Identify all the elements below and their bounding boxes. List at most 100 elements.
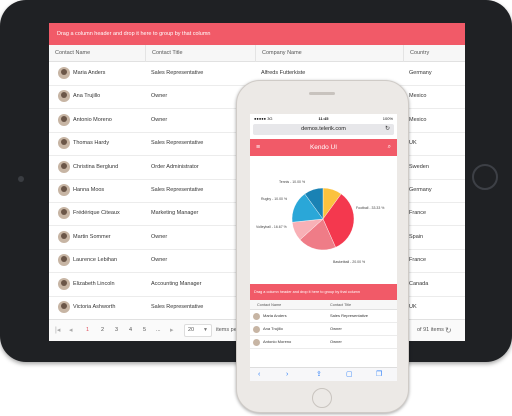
cell-country: UK <box>409 304 417 310</box>
refresh-icon[interactable]: ↻ <box>445 320 452 341</box>
avatar <box>58 277 70 290</box>
cell-contact-title: Sales Representative <box>151 70 204 76</box>
contact-name: Frédérique Citeaux <box>73 210 120 217</box>
column-header-company-name[interactable]: Company Name <box>255 45 403 62</box>
contact-name: Maria Anders <box>263 313 287 318</box>
cell-contact-name: Thomas Hardy <box>49 132 145 155</box>
tablet-camera <box>18 176 24 182</box>
contact-name: Laurence Lebihan <box>73 257 118 264</box>
cell-contact-name: Laurence Lebihan <box>49 249 145 272</box>
pie-label-volleyball: Volleyball - 16.67 % <box>256 225 287 229</box>
address-bar[interactable]: demos.telerik.com ↻ <box>253 124 394 135</box>
battery-indicator: 100% <box>382 116 393 121</box>
cell-country: Mexico <box>409 93 427 100</box>
list-item[interactable]: Antonio Moreno Owner <box>250 336 397 349</box>
contact-name: Ana Trujillo <box>263 326 283 331</box>
avatar <box>58 207 70 220</box>
cell-contact-name: Antonio Moreno <box>49 109 145 132</box>
contact-name: Antonio Moreno <box>73 116 112 123</box>
share-icon[interactable]: ⇪ <box>316 368 322 381</box>
page-size-value: 20 <box>188 327 195 333</box>
avatar <box>58 90 70 103</box>
cell-country: Sweden <box>409 163 429 170</box>
contact-name: Elizabeth Lincoln <box>73 280 115 287</box>
url-text: demos.telerik.com <box>301 126 346 132</box>
app-title: Kendo UI <box>309 144 338 151</box>
avatar <box>58 160 70 173</box>
phone-grid-header: Contact Name Contact Title <box>250 300 397 310</box>
pie-label-tennis: Tennis - 10.00 % <box>279 180 306 184</box>
avatar <box>253 326 260 333</box>
cell-contact-name: Hanna Moos <box>49 179 145 202</box>
pie-chart: Tennis - 10.00 % Football - 33.33 % Bask… <box>250 156 397 284</box>
pie-label-rugby: Rugby - 10.00 % <box>261 197 288 201</box>
page-size-select[interactable]: 20 ▼ <box>184 324 212 337</box>
pie-label-football: Football - 33.33 % <box>356 206 385 210</box>
contact-name: Victoria Ashworth <box>73 304 116 310</box>
contact-name: Thomas Hardy <box>73 140 110 147</box>
first-page-icon[interactable]: |◂ <box>55 320 60 341</box>
tablet-home-button[interactable] <box>472 164 498 190</box>
avatar <box>253 339 260 346</box>
cell-country: Mexico <box>409 116 427 123</box>
contact-title: Sales Representative <box>330 313 369 318</box>
phone-group-drop-area[interactable]: Drag a column header and drop it here to… <box>250 284 397 300</box>
back-icon[interactable]: ‹ <box>258 368 260 381</box>
column-header-contact-name[interactable]: Contact Name <box>49 45 145 62</box>
prev-page-icon[interactable]: ◂ <box>69 320 73 341</box>
status-bar: ●●●●● 3G 11:45 100% <box>250 114 397 123</box>
contact-name: Antonio Moreno <box>263 339 292 344</box>
phone-home-button[interactable] <box>312 388 332 408</box>
avatar <box>253 313 260 320</box>
phone-device: ●●●●● 3G 11:45 100% demos.telerik.com ↻ … <box>236 80 409 413</box>
cell-country: Germany <box>409 187 432 193</box>
more-pages-button[interactable]: ... <box>156 320 161 341</box>
cell-contact-name: Frédérique Citeaux <box>49 202 145 225</box>
cell-country: Canada <box>409 280 429 287</box>
avatar <box>58 230 70 243</box>
app-header: ≡ Kendo UI ⌕ <box>250 139 397 156</box>
column-header-country[interactable]: Country <box>403 45 465 62</box>
contact-name: Maria Anders <box>73 70 106 76</box>
list-item[interactable]: Ana Trujillo Owner <box>250 323 397 336</box>
cell-country: Germany <box>409 70 432 76</box>
avatar <box>58 113 70 126</box>
cell-country: France <box>409 257 427 264</box>
cell-country: France <box>409 210 427 217</box>
page-2-button[interactable]: 2 <box>101 320 104 341</box>
cell-contact-name: Elizabeth Lincoln <box>49 273 145 296</box>
browser-toolbar: ‹ › ⇪ ▢ ❐ <box>250 367 397 381</box>
phone-speaker <box>309 92 335 95</box>
cell-country: UK <box>409 140 417 147</box>
contact-name: Hanna Moos <box>73 187 105 193</box>
contact-title: Owner <box>330 326 342 331</box>
cell-contact-name: Martin Sommer <box>49 226 145 249</box>
page-4-button[interactable]: 4 <box>129 320 132 341</box>
avatar <box>58 254 70 267</box>
cell-contact-name: Maria Anders <box>49 62 145 85</box>
tabs-icon[interactable]: ❐ <box>376 368 382 381</box>
column-header-contact-title[interactable]: Contact Title <box>145 45 255 62</box>
group-drop-area[interactable]: Drag a column header and drop it here to… <box>49 23 465 45</box>
search-icon[interactable]: ⌕ <box>388 139 391 156</box>
phone-column-header-contact-title[interactable]: Contact Title <box>330 300 351 310</box>
list-item[interactable]: Maria Anders Sales Representative <box>250 310 397 323</box>
chevron-down-icon: ▼ <box>203 327 208 333</box>
contact-name: Martin Sommer <box>73 233 111 240</box>
page-5-button[interactable]: 5 <box>143 320 146 341</box>
cell-contact-name: Ana Trujillo <box>49 85 145 108</box>
avatar <box>58 137 70 150</box>
cell-contact-name: Victoria Ashworth <box>49 296 145 319</box>
next-page-icon[interactable]: ▸ <box>170 320 174 341</box>
status-time: 11:45 <box>318 116 329 121</box>
bookmarks-icon[interactable]: ▢ <box>346 368 353 381</box>
page-3-button[interactable]: 3 <box>115 320 118 341</box>
cell-contact-name: Christina Berglund <box>49 156 145 179</box>
pager-info: of 91 items <box>417 327 444 333</box>
forward-icon[interactable]: › <box>286 368 288 381</box>
avatar <box>58 67 70 79</box>
reload-icon[interactable]: ↻ <box>385 124 390 135</box>
page-1-button[interactable]: 1 <box>86 320 89 341</box>
avatar <box>58 184 70 196</box>
phone-column-header-contact-name[interactable]: Contact Name <box>257 300 281 310</box>
